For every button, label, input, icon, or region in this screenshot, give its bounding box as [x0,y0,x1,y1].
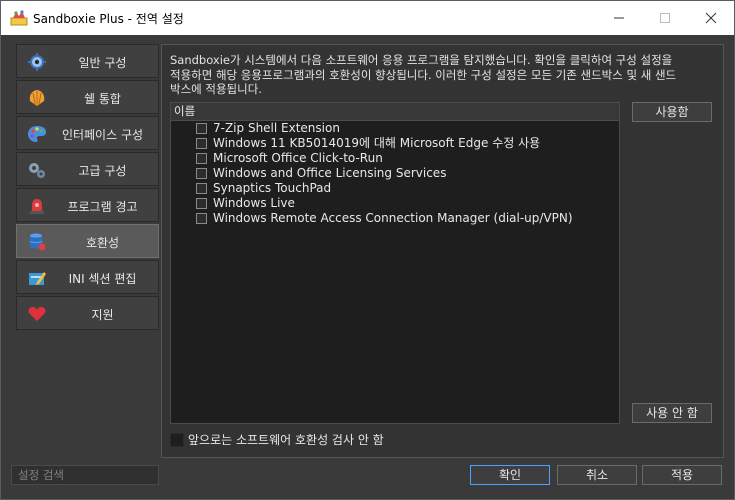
minimize-icon [614,17,624,19]
item-checkbox[interactable] [196,153,207,164]
item-checkbox[interactable] [196,213,207,224]
item-label: 7-Zip Shell Extension [213,121,340,135]
sidebar-item-label: 인터페이스 구성 [61,128,144,142]
list-item[interactable]: Windows and Office Licensing Services [171,166,619,181]
list-item[interactable]: Synaptics TouchPad [171,181,619,196]
item-label: Windows 11 KB5014019에 대해 Microsoft Edge … [213,136,541,150]
item-checkbox[interactable] [196,198,207,209]
heart-icon [28,307,46,321]
enable-button[interactable]: 사용함 [632,102,712,122]
maximize-button[interactable] [642,1,688,35]
item-label: Windows Remote Access Connection Manager… [213,211,573,225]
cancel-button[interactable]: 취소 [557,465,637,485]
column-header-name[interactable]: 이름 [171,103,619,121]
dialog-body: 일반 구성 쉘 통합 인터페이스 구성 고급 구성 프로그램 경고 호환성 IN… [1,35,734,499]
sidebar-item-interface[interactable]: 인터페이스 구성 [16,116,159,150]
sidebar-item-label: 고급 구성 [78,164,127,178]
apply-button[interactable]: 적용 [642,465,722,485]
item-label: Microsoft Office Click-to-Run [213,151,383,165]
no-compat-check-label: 앞으로는 소프트웨어 호환성 검사 안 함 [188,433,384,447]
sidebar-item-advanced[interactable]: 고급 구성 [16,152,159,186]
sidebar-item-program-alerts[interactable]: 프로그램 경고 [16,188,159,222]
disable-button[interactable]: 사용 안 함 [632,403,712,423]
item-label: Synaptics TouchPad [213,181,332,195]
settings-sidebar: 일반 구성 쉘 통합 인터페이스 구성 고급 구성 프로그램 경고 호환성 IN… [16,44,159,332]
no-compat-check-checkbox[interactable] [170,433,184,447]
item-label: Windows and Office Licensing Services [213,166,447,180]
window-title: Sandboxie Plus - 전역 설정 [33,12,184,26]
sidebar-item-label: 일반 구성 [78,56,127,70]
maximize-icon [660,13,670,23]
compatibility-list[interactable]: 이름 7-Zip Shell Extension Windows 11 KB50… [170,102,620,424]
list-item[interactable]: 7-Zip Shell Extension [171,121,619,136]
minimize-button[interactable] [596,1,642,35]
alarm-icon [30,199,44,214]
item-checkbox[interactable] [196,138,207,149]
shell-icon [29,90,45,106]
sidebar-item-shell[interactable]: 쉘 통합 [16,80,159,114]
sidebar-item-general[interactable]: 일반 구성 [16,44,159,78]
edit-icon [29,272,46,285]
close-button[interactable] [688,1,734,35]
list-item[interactable]: Windows Live [171,196,619,211]
close-icon [705,12,717,24]
item-checkbox[interactable] [196,168,207,179]
sidebar-item-label: INI 섹션 편집 [68,272,137,286]
gears-icon [29,163,45,178]
sandboxie-logo-icon [10,10,28,26]
sidebar-item-label: 프로그램 경고 [67,200,138,214]
sidebar-item-label: 호환성 [85,236,120,250]
sidebar-item-label: 쉘 통합 [84,92,121,106]
item-checkbox[interactable] [196,123,207,134]
settings-search-input[interactable] [11,465,159,485]
compatibility-description: Sandboxie가 시스템에서 다음 소프트웨어 응용 프로그램을 탐지했습니… [170,53,677,96]
gear-icon [28,53,46,71]
list-item[interactable]: Windows Remote Access Connection Manager… [171,211,619,226]
compatibility-panel: Sandboxie가 시스템에서 다음 소프트웨어 응용 프로그램을 탐지했습니… [161,44,724,458]
sidebar-item-label: 지원 [91,308,114,322]
ok-button[interactable]: 확인 [470,465,550,485]
list-item[interactable]: Windows 11 KB5014019에 대해 Microsoft Edge … [171,136,619,151]
item-checkbox[interactable] [196,183,207,194]
sidebar-item-ini-edit[interactable]: INI 섹션 편집 [16,260,159,294]
palette-icon [28,126,46,142]
title-bar[interactable]: Sandboxie Plus - 전역 설정 [1,1,734,35]
list-item[interactable]: Microsoft Office Click-to-Run [171,151,619,166]
settings-window: Sandboxie Plus - 전역 설정 일반 구성 쉘 통합 인터페이스 … [0,0,735,500]
sidebar-item-support[interactable]: 지원 [16,296,159,330]
item-label: Windows Live [213,196,295,210]
database-icon [29,233,46,251]
sidebar-item-compatibility[interactable]: 호환성 [16,224,159,258]
